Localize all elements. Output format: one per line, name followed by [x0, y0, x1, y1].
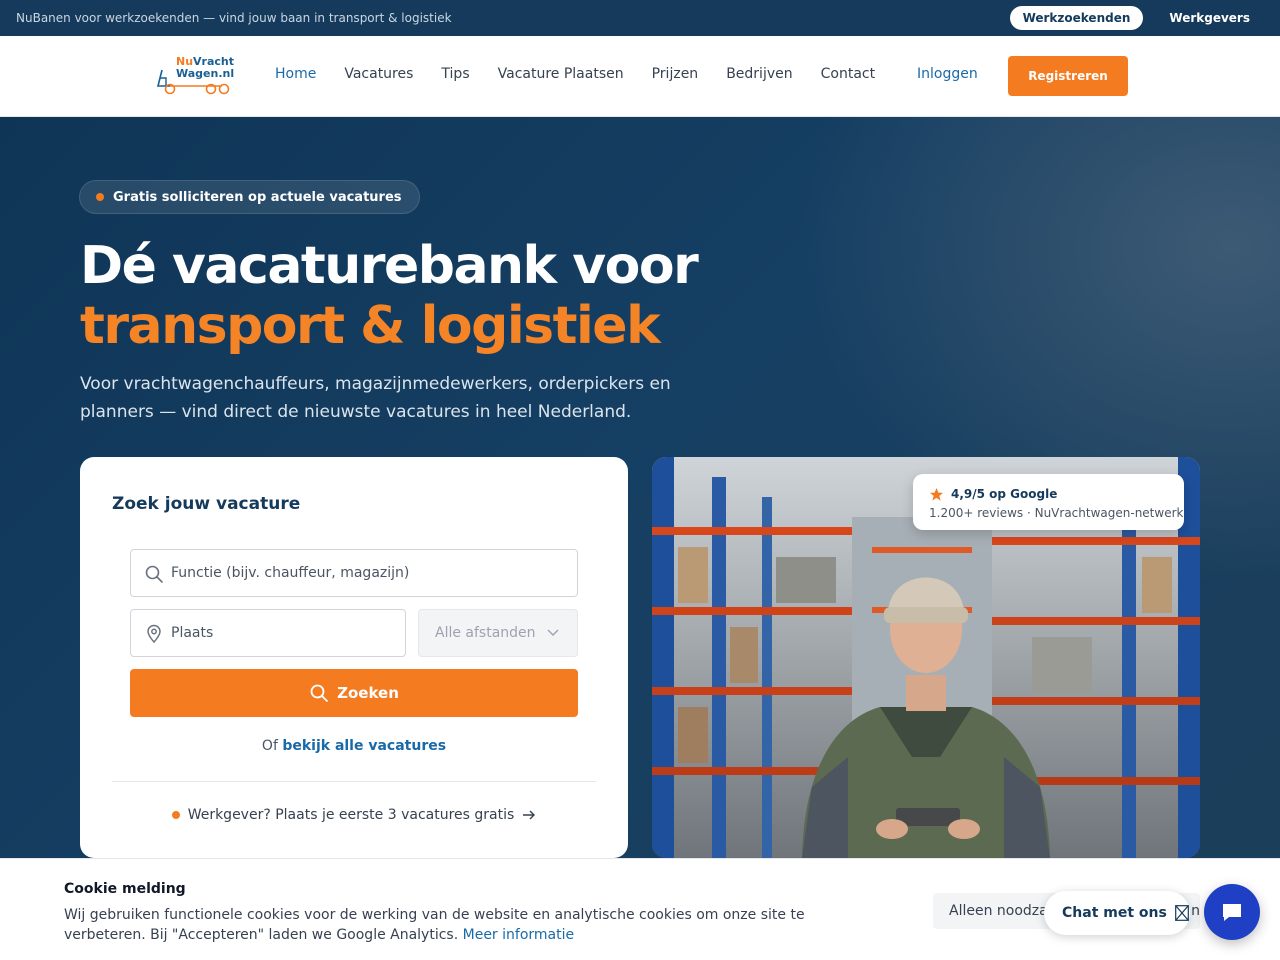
register-button[interactable]: Registreren [1008, 56, 1128, 96]
site-header: NuVracht Wagen.nl Home Vacatures Tips Va… [0, 36, 1280, 117]
top-bar-tagline: NuBanen voor werkzoekenden — vind jouw b… [16, 11, 452, 25]
rating-score: 4,9/5 op Google [951, 487, 1058, 501]
top-bar: NuBanen voor werkzoekenden — vind jouw b… [0, 0, 1280, 36]
cookie-more-info-link[interactable]: Meer informatie [463, 927, 575, 943]
search-button-label: Zoeken [337, 684, 399, 702]
site-logo[interactable]: NuVracht Wagen.nl [154, 56, 236, 98]
login-link[interactable]: Inloggen [917, 66, 978, 82]
function-input-placeholder: Functie (bijv. chauffeur, magazijn) [171, 565, 410, 581]
cookie-body: Wij gebruiken functionele cookies voor d… [64, 907, 805, 943]
place-input-placeholder: Plaats [171, 625, 214, 641]
location-pin-icon [147, 624, 161, 644]
audience-jobseekers-button[interactable]: Werkzoekenden [1009, 6, 1144, 30]
employer-cta[interactable]: Werkgever? Plaats je eerste 3 vacatures … [80, 807, 628, 823]
search-icon [310, 684, 329, 702]
cookie-title: Cookie melding [64, 881, 186, 897]
search-button[interactable]: Zoeken [130, 669, 578, 717]
card-divider [112, 781, 596, 782]
hero-badge: Gratis solliciteren op actuele vacatures [79, 180, 420, 214]
nav-tips[interactable]: Tips [441, 66, 469, 82]
chat-open-button[interactable] [1204, 884, 1260, 940]
rating-detail: 1.200+ reviews · NuVrachtwagen-netwerk [929, 506, 1184, 520]
chat-bubble-icon [1223, 904, 1241, 921]
chat-with-us-label[interactable]: Chat met ons [1044, 891, 1190, 935]
all-vacancies-link[interactable]: bekijk alle vacatures [282, 738, 446, 754]
nav-home[interactable]: Home [275, 66, 316, 82]
arrow-right-icon [523, 810, 536, 820]
chevron-down-icon [547, 629, 559, 636]
distance-select-value: Alle afstanden [435, 625, 536, 641]
all-vacancies-line: Of bekijk alle vacatures [261, 738, 447, 754]
close-icon[interactable] [1174, 905, 1189, 921]
hero-title-line1: Dé vacaturebank voor [80, 236, 699, 296]
chat-label-text: Chat met ons [1062, 905, 1167, 921]
audience-switch: Werkzoekenden Werkgevers [1009, 6, 1264, 30]
main-nav: Home Vacatures Tips Vacature Plaatsen Pr… [275, 66, 875, 82]
function-input[interactable]: Functie (bijv. chauffeur, magazijn) [130, 549, 578, 597]
hero-badge-text: Gratis solliciteren op actuele vacatures [113, 189, 402, 205]
star-icon [929, 487, 944, 501]
nav-prijzen[interactable]: Prijzen [652, 66, 699, 82]
search-card: Zoek jouw vacature Functie (bijv. chauff… [80, 457, 628, 858]
audience-employers-button[interactable]: Werkgevers [1155, 6, 1264, 30]
employer-cta-text: Werkgever? Plaats je eerste 3 vacatures … [187, 807, 515, 823]
nav-vacature-plaatsen[interactable]: Vacature Plaatsen [498, 66, 624, 82]
employer-dot-icon [171, 811, 180, 819]
search-card-title: Zoek jouw vacature [112, 494, 301, 514]
google-rating-card: 4,9/5 op Google 1.200+ reviews · NuVrach… [913, 474, 1184, 530]
nav-bedrijven[interactable]: Bedrijven [726, 66, 792, 82]
distance-select[interactable]: Alle afstanden [418, 609, 578, 657]
hero-section: Gratis solliciteren op actuele vacatures… [0, 117, 1280, 960]
hero-lead: Voor vrachtwagenchauffeurs, magazijnmede… [80, 374, 671, 422]
nav-contact[interactable]: Contact [821, 66, 875, 82]
place-input[interactable]: Plaats [130, 609, 406, 657]
logo-text-line2: Wagen.nl [176, 67, 235, 80]
badge-dot-icon [96, 193, 104, 201]
search-icon [145, 565, 163, 583]
nav-vacatures[interactable]: Vacatures [344, 66, 413, 82]
hero-title-line2: transport & logistiek [80, 296, 661, 356]
